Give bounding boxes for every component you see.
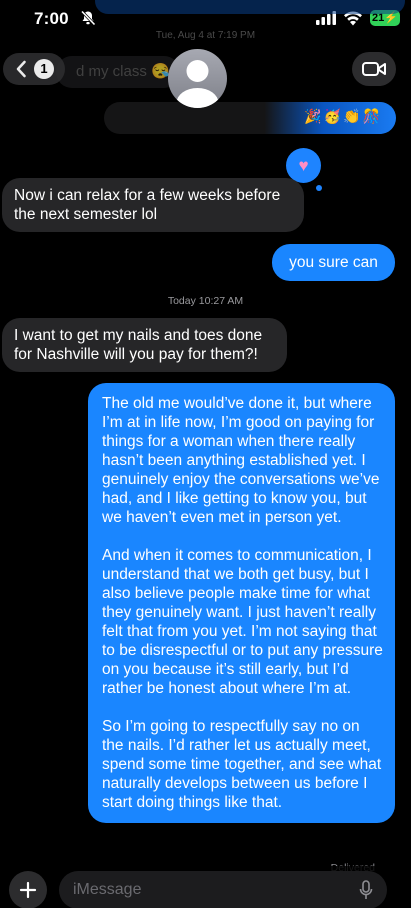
message-text: Now i can relax for a few weeks before t… (14, 187, 281, 223)
sent-message[interactable]: you sure can (272, 244, 395, 281)
facetime-button[interactable] (352, 52, 396, 86)
unread-count-badge: 1 (34, 59, 54, 79)
apps-button[interactable] (9, 871, 47, 908)
chevron-left-icon (16, 60, 26, 78)
bell-slash-icon (80, 10, 96, 26)
back-button[interactable]: 1 (3, 53, 65, 85)
previous-message-text: d my class 😪 (76, 63, 170, 80)
status-time: 7:00 (34, 9, 69, 28)
previous-date-label: Tue, Aug 4 at 7:19 PM (155, 30, 256, 41)
previous-message-bubble (95, 0, 405, 14)
received-message[interactable]: Now i can relax for a few weeks before t… (2, 178, 304, 232)
message-paragraph: So I’m going to respectfully say no on t… (102, 718, 382, 811)
contact-avatar[interactable] (168, 49, 227, 108)
message-text: I want to get my nails and toes done for… (14, 327, 263, 363)
heart-reaction-icon[interactable]: ♥ (286, 148, 321, 183)
reaction-glyph: ♥ (298, 156, 309, 175)
received-message[interactable]: I want to get my nails and toes done for… (2, 318, 287, 372)
message-input[interactable] (59, 871, 387, 908)
person-silhouette-icon (176, 60, 219, 108)
microphone-icon[interactable] (359, 880, 373, 900)
sent-message[interactable]: The old me would’ve done it, but where I… (88, 383, 395, 823)
message-text: you sure can (289, 254, 378, 271)
reaction-tail (316, 185, 322, 191)
message-timestamp: Today 10:27 AM (167, 295, 244, 307)
plus-icon (19, 881, 37, 899)
previous-received-message: d my class 😪 (56, 56, 180, 88)
emoji-message-text: 🎉🥳👏🎊 (304, 108, 382, 124)
video-camera-icon (362, 62, 386, 76)
message-paragraph: The old me would’ve done it, but where I… (102, 395, 380, 526)
message-paragraph: And when it comes to communication, I un… (102, 547, 383, 697)
previous-emoji-message: 🎉🥳👏🎊 (104, 102, 396, 134)
message-composer (0, 866, 411, 908)
